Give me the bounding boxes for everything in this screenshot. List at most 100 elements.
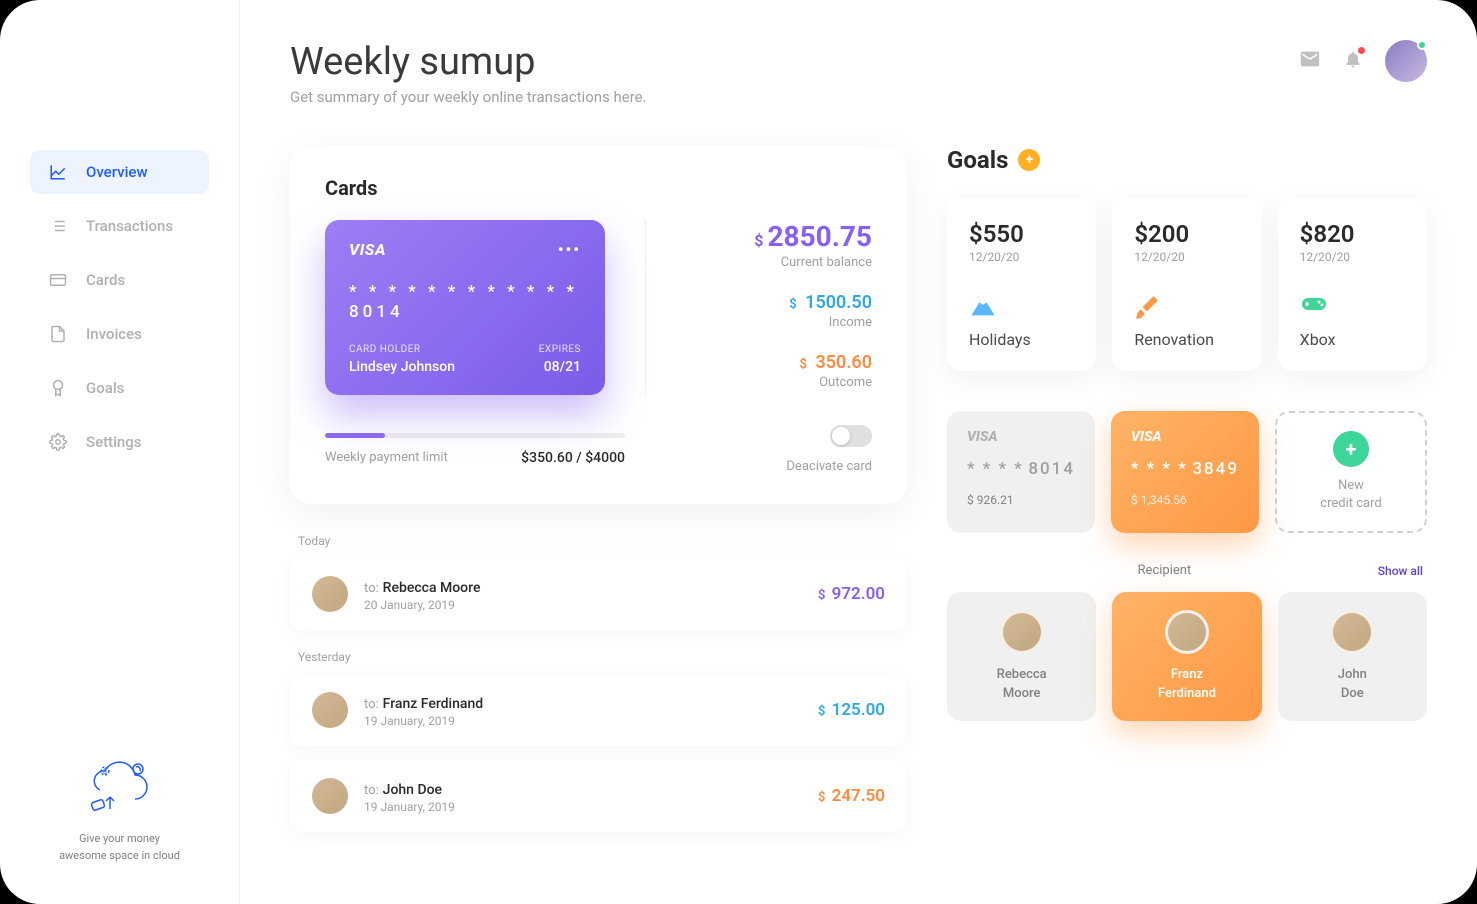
mini-card-balance: $ 1,345.56	[1131, 493, 1239, 507]
mini-card[interactable]: VISA * * * *8014 $ 926.21	[947, 411, 1095, 533]
current-balance: $2850.75	[686, 220, 872, 253]
deactivate-toggle-wrap: Deacivate card	[786, 425, 872, 474]
goal-date: 12/20/20	[1134, 250, 1239, 264]
mini-card-brand: VISA	[967, 429, 1075, 445]
limit-value: $350.60 / $4000	[521, 450, 625, 466]
mountain-icon	[969, 294, 1074, 320]
sidebar-footer-text2: awesome space in cloud	[30, 848, 209, 865]
card-expires-label: EXPIRES	[539, 344, 581, 355]
card-holder: Lindsey Johnson	[349, 359, 455, 375]
recipients-list: RebeccaMoore FranzFerdinand JohnDoe	[947, 592, 1427, 720]
tx-amount: $ 972.00	[818, 584, 885, 604]
add-goal-button[interactable]: +	[1018, 149, 1040, 171]
recipient-header: Recipient Show all	[947, 563, 1427, 578]
chart-line-icon	[48, 162, 68, 182]
limit-label: Weekly payment limit	[325, 450, 448, 466]
tx-date: 19 January, 2019	[364, 714, 802, 728]
file-icon	[48, 324, 68, 344]
sidebar-item-cards[interactable]: Cards	[30, 258, 209, 302]
income-label: Income	[686, 315, 872, 330]
goal-amount: $550	[969, 220, 1074, 248]
mini-card-selected[interactable]: VISA * * * *3849 $ 1,345.56	[1111, 411, 1259, 533]
tx-amount: $ 125.00	[818, 700, 885, 720]
sidebar-item-label: Cards	[86, 271, 125, 289]
deactivate-toggle[interactable]	[830, 425, 872, 447]
content-columns: Cards VISA ••• * * * * * * * * * * * * 8…	[290, 146, 1427, 846]
recipient-card[interactable]: JohnDoe	[1278, 592, 1427, 720]
goals-title: Goals	[947, 146, 1008, 174]
sidebar-item-label: Transactions	[86, 217, 173, 235]
show-all-link[interactable]: Show all	[1378, 564, 1423, 578]
add-card-button[interactable]: + Newcredit card	[1275, 411, 1427, 533]
recipient-card-selected[interactable]: FranzFerdinand	[1112, 592, 1261, 720]
goals-header: Goals +	[947, 146, 1427, 174]
sidebar-nav: Overview Transactions Cards Invoices Goa…	[0, 150, 239, 759]
cards-panel: Cards VISA ••• * * * * * * * * * * * * 8…	[290, 146, 907, 504]
recipient-label: Recipient	[1138, 563, 1192, 578]
sidebar-item-label: Invoices	[86, 325, 142, 343]
outcome-amount: $ 350.60	[686, 352, 872, 373]
card-stats: $2850.75 Current balance $ 1500.50 Incom…	[645, 220, 872, 395]
page-subtitle: Get summary of your weekly online transa…	[290, 88, 647, 106]
sidebar-item-label: Goals	[86, 379, 124, 397]
sidebar-item-settings[interactable]: Settings	[30, 420, 209, 464]
mini-card-balance: $ 926.21	[967, 493, 1075, 507]
tx-date: 19 January, 2019	[364, 800, 802, 814]
goal-card[interactable]: $200 12/20/20 Renovation	[1112, 198, 1261, 371]
transaction-row[interactable]: to: Rebecca Moore 20 January, 2019 $ 972…	[290, 558, 907, 630]
cards-panel-title: Cards	[325, 176, 872, 200]
app-logo	[30, 40, 209, 90]
cloud-upload-icon: $	[80, 759, 160, 819]
yesterday-label: Yesterday	[298, 650, 907, 664]
sidebar-footer-text1: Give your money	[30, 831, 209, 848]
goal-amount: $820	[1300, 220, 1405, 248]
current-balance-label: Current balance	[686, 255, 872, 270]
goals-grid: $550 12/20/20 Holidays $200 12/20/20 Ren…	[947, 198, 1427, 371]
credit-card[interactable]: VISA ••• * * * * * * * * * * * * 8014 CA…	[325, 220, 605, 395]
cards-body: VISA ••• * * * * * * * * * * * * 8014 CA…	[325, 220, 872, 395]
transaction-row[interactable]: to: Franz Ferdinand 19 January, 2019 $ 1…	[290, 674, 907, 746]
goal-card[interactable]: $820 12/20/20 Xbox	[1278, 198, 1427, 371]
income-amount: $ 1500.50	[686, 292, 872, 313]
avatar	[312, 778, 348, 814]
card-menu-icon[interactable]: •••	[558, 240, 581, 259]
mini-card-last4: 3849	[1192, 459, 1239, 479]
page-title: Weekly sumup	[290, 40, 647, 84]
tx-name: Rebecca Moore	[383, 580, 481, 596]
outcome-label: Outcome	[686, 375, 872, 390]
mail-icon[interactable]	[1299, 48, 1321, 74]
mini-card-last4: 8014	[1028, 459, 1075, 479]
bell-icon[interactable]	[1343, 49, 1363, 73]
svg-text:$: $	[103, 768, 107, 776]
tx-to-prefix: to:	[364, 783, 379, 798]
sidebar-item-label: Settings	[86, 433, 142, 451]
sidebar-item-overview[interactable]: Overview	[30, 150, 209, 194]
goal-name: Xbox	[1300, 330, 1405, 349]
transaction-row[interactable]: to: John Doe 19 January, 2019 $ 247.50	[290, 760, 907, 832]
user-avatar[interactable]	[1385, 40, 1427, 82]
avatar	[1165, 610, 1209, 654]
mini-card-brand: VISA	[1131, 429, 1239, 445]
goal-name: Holidays	[969, 330, 1074, 349]
sidebar-item-goals[interactable]: Goals	[30, 366, 209, 410]
plus-icon: +	[1333, 431, 1369, 467]
avatar	[312, 692, 348, 728]
page-header: Weekly sumup Get summary of your weekly …	[290, 40, 1427, 106]
recipient-card[interactable]: RebeccaMoore	[947, 592, 1096, 720]
card-number: * * * * * * * * * * * * 8014	[349, 282, 581, 322]
sidebar-item-transactions[interactable]: Transactions	[30, 204, 209, 248]
sidebar-item-label: Overview	[86, 163, 148, 181]
main-content: Weekly sumup Get summary of your weekly …	[240, 0, 1477, 904]
goal-name: Renovation	[1134, 330, 1239, 349]
tx-date: 20 January, 2019	[364, 598, 802, 612]
sidebar-item-invoices[interactable]: Invoices	[30, 312, 209, 356]
sidebar-footer: $ Give your money awesome space in cloud	[0, 759, 239, 864]
tx-to-prefix: to:	[364, 697, 379, 712]
card-expires: 08/21	[539, 359, 581, 375]
list-icon	[48, 216, 68, 236]
right-column: Goals + $550 12/20/20 Holidays $200 12/2…	[947, 146, 1427, 846]
goal-card[interactable]: $550 12/20/20 Holidays	[947, 198, 1096, 371]
deactivate-label: Deacivate card	[786, 459, 872, 474]
limit-row: Weekly payment limit $350.60 / $4000 Dea…	[325, 425, 872, 474]
paintbrush-icon	[1134, 294, 1239, 320]
